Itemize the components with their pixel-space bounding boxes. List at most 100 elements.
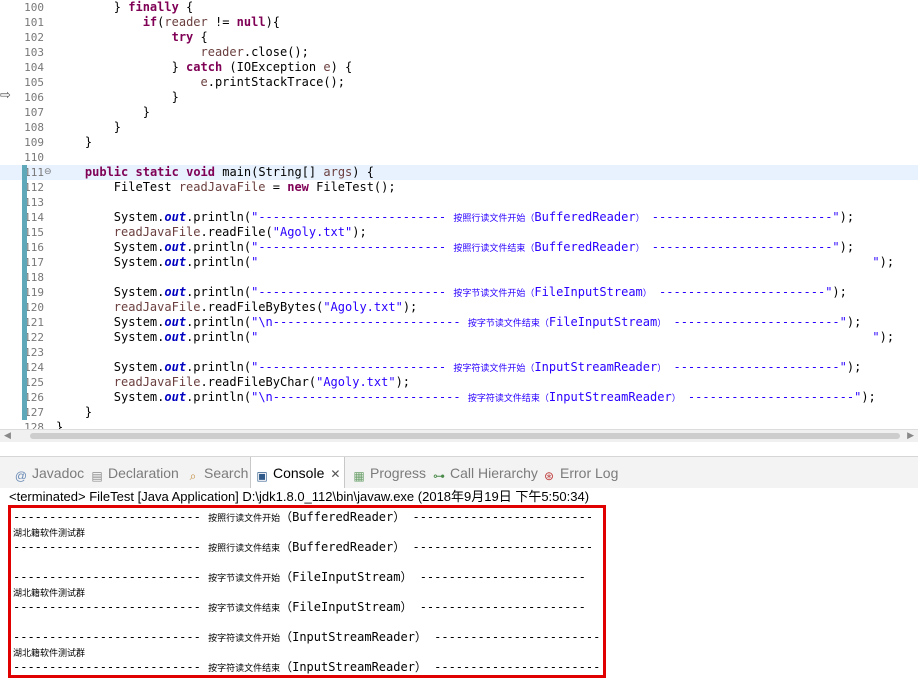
code-text: readJavaFile.readFileByChar("Agoly.txt")…	[113, 375, 411, 389]
line-number: 107	[24, 106, 44, 119]
code-line[interactable]: 107 }	[0, 105, 918, 120]
code-line[interactable]: 126 System.out.println("\n--------------…	[0, 390, 918, 405]
console-cjk-text: 按照行读文件结束	[208, 544, 281, 554]
code-line[interactable]: 114 System.out.println("----------------…	[0, 210, 918, 225]
change-marker	[22, 255, 27, 270]
code-line[interactable]: 109 }	[0, 135, 918, 150]
code-line[interactable]: 104 } catch (IOException e) {	[0, 60, 918, 75]
scroll-right-icon[interactable]: ▶	[907, 430, 914, 442]
console-dashes: --------------------------	[13, 510, 209, 524]
console-cjk-text: 按字符读文件结束	[208, 664, 281, 674]
tab-console[interactable]: ▣ Console ✕	[250, 457, 346, 489]
code-line[interactable]: 124 System.out.println("----------------…	[0, 360, 918, 375]
code-line[interactable]: 125 readJavaFile.readFileByChar("Agoly.t…	[0, 375, 918, 390]
code-line[interactable]: 102 try {	[0, 30, 918, 45]
console-cjk-text: 按字节读文件结束	[208, 604, 281, 614]
line-number: 104	[24, 61, 44, 74]
code-line[interactable]: 117 System.out.println(" ");	[0, 255, 918, 270]
console-output[interactable]: -------------------------- 按照行读文件开始（Buff…	[8, 505, 606, 678]
line-number: 101	[24, 16, 44, 29]
line-number: 100	[24, 1, 44, 14]
change-marker	[22, 390, 27, 405]
console-text: （FileInputStream） ----------------------…	[280, 600, 586, 614]
tab-progress[interactable]: ▦ Progress	[352, 457, 426, 489]
console-line: -------------------------- 按字符读文件开始（Inpu…	[13, 630, 600, 645]
change-marker	[22, 225, 27, 240]
code-line[interactable]: 101 if(reader != null){	[0, 15, 918, 30]
line-number: 105	[24, 76, 44, 89]
code-line[interactable]: 105 e.printStackTrace();	[0, 75, 918, 90]
code-text: readJavaFile.readFileByBytes("Agoly.txt"…	[113, 300, 418, 314]
code-line[interactable]: 110	[0, 150, 918, 165]
console-dashes: --------------------------	[13, 570, 209, 584]
code-line[interactable]: 112 FileTest readJavaFile = new FileTest…	[0, 180, 918, 195]
line-number: 103	[24, 46, 44, 59]
console-text: （BufferedReader） -----------------------…	[280, 540, 594, 554]
view-tab-bar: @ Javadoc ▤ Declaration ⌕ Search ▣ Console ✕ …	[0, 456, 918, 489]
change-marker	[22, 300, 27, 315]
line-number: 106	[24, 91, 44, 104]
code-line[interactable]: 115 readJavaFile.readFile("Agoly.txt");	[0, 225, 918, 240]
tab-call-hierarchy[interactable]: ⊶ Call Hierarchy	[432, 457, 538, 489]
console-line: -------------------------- 按字节读文件结束（File…	[13, 600, 586, 615]
tab-javadoc[interactable]: @ Javadoc	[14, 457, 84, 489]
change-marker	[22, 210, 27, 225]
code-line[interactable]: 120 readJavaFile.readFileByBytes("Agoly.…	[0, 300, 918, 315]
code-line[interactable]: 121 System.out.println("\n--------------…	[0, 315, 918, 330]
change-marker	[22, 285, 27, 300]
editor-horizontal-scrollbar[interactable]: ◀ ▶	[0, 429, 918, 442]
console-line: 湖北籍软件测试群	[13, 585, 85, 600]
change-marker	[22, 240, 27, 255]
progress-icon: ▦	[353, 469, 365, 483]
code-line[interactable]: 100 } finally {	[0, 0, 918, 15]
code-text: }	[56, 105, 150, 119]
console-text: （InputStreamReader） --------------------…	[280, 630, 601, 644]
code-line[interactable]: 122 System.out.println(" ");	[0, 330, 918, 345]
code-text: } finally {	[56, 0, 194, 14]
change-marker	[22, 165, 27, 180]
console-line: -------------------------- 按照行读文件结束（Buff…	[13, 540, 593, 555]
line-number: 102	[24, 31, 44, 44]
search-icon: ⌕	[189, 469, 197, 483]
fold-toggle-icon[interactable]: ⊖	[44, 165, 54, 180]
code-line[interactable]: 123	[0, 345, 918, 360]
console-cjk-text: 按字节读文件开始	[208, 574, 281, 584]
console-text: （BufferedReader） -----------------------…	[280, 510, 594, 524]
scrollbar-thumb[interactable]	[30, 433, 900, 439]
declaration-icon: ▤	[91, 469, 103, 483]
tab-declaration[interactable]: ▤ Declaration	[90, 457, 179, 489]
code-text: System.out.println(" ");	[56, 330, 895, 344]
code-text: e.printStackTrace();	[200, 75, 346, 89]
code-text: }	[56, 135, 93, 149]
code-line[interactable]: 113	[0, 195, 918, 210]
scroll-left-icon[interactable]: ◀	[4, 430, 11, 442]
change-marker	[22, 315, 27, 330]
console-text: （FileInputStream） ----------------------…	[280, 570, 586, 584]
console-line: -------------------------- 按照行读文件开始（Buff…	[13, 510, 593, 525]
tab-error-log[interactable]: ⊛ Error Log	[542, 457, 618, 489]
code-line[interactable]: 119 System.out.println("----------------…	[0, 285, 918, 300]
code-text: if(reader != null){	[142, 15, 281, 29]
console-dashes: --------------------------	[13, 660, 209, 674]
code-line[interactable]: 116 System.out.println("----------------…	[0, 240, 918, 255]
console-cjk-text: 湖北籍软件测试群	[13, 649, 86, 659]
code-line[interactable]: 106 }	[0, 90, 918, 105]
code-line[interactable]: 111 ⊖ public static void main(String[] ar…	[0, 165, 918, 180]
code-line[interactable]: 103 reader.close();	[0, 45, 918, 60]
call-hierarchy-icon: ⊶	[433, 469, 445, 483]
code-line[interactable]: 108 }	[0, 120, 918, 135]
code-editor[interactable]: ⇨ 100 } finally {101 if(reader != null){…	[0, 0, 918, 442]
line-number: 109	[24, 136, 44, 149]
tab-search[interactable]: ⌕ Search	[186, 457, 249, 489]
change-marker	[22, 270, 27, 285]
code-line[interactable]: 118	[0, 270, 918, 285]
code-text: }	[56, 120, 122, 134]
close-icon[interactable]: ✕	[330, 467, 340, 481]
code-text: try {	[171, 30, 208, 44]
line-number: 108	[24, 121, 44, 134]
code-text: }	[56, 90, 179, 104]
code-text: }	[56, 405, 93, 419]
console-line: -------------------------- 按字符读文件结束（Inpu…	[13, 660, 600, 675]
at-icon: @	[14, 469, 28, 483]
code-line[interactable]: 127 }	[0, 405, 918, 420]
